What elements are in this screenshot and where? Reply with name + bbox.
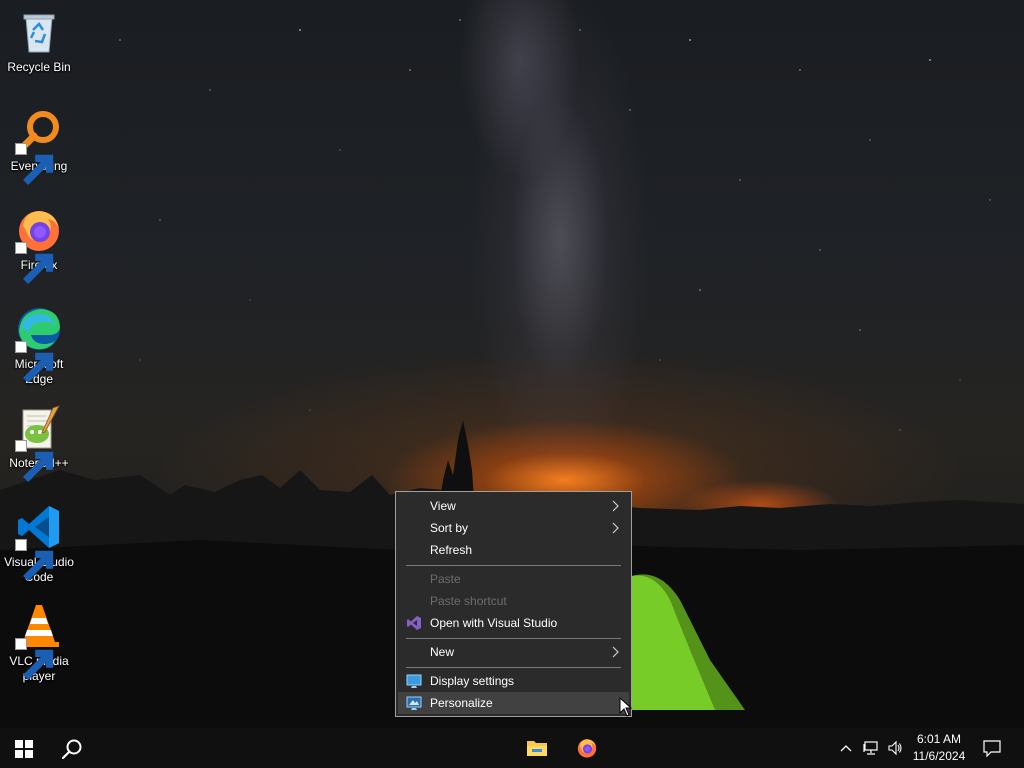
shortcut-arrow-icon bbox=[15, 539, 54, 581]
shortcut-arrow-icon bbox=[15, 143, 54, 185]
volume-button[interactable] bbox=[884, 728, 906, 768]
desktop-icon-edge[interactable]: Microsoft Edge bbox=[0, 305, 78, 387]
menu-item-personalize[interactable]: Personalize bbox=[398, 692, 629, 714]
notification-icon bbox=[983, 740, 1001, 757]
menu-item-label: Paste bbox=[430, 572, 461, 586]
file-explorer-icon bbox=[527, 741, 547, 756]
recycle-bin-icon bbox=[15, 8, 63, 56]
notepad-plus-plus-icon bbox=[15, 404, 63, 482]
chevron-up-icon bbox=[840, 745, 852, 752]
taskbar-clock[interactable]: 6:01 AM 11/6/2024 bbox=[904, 731, 974, 765]
vscode-icon bbox=[15, 503, 63, 581]
mouse-cursor-icon bbox=[619, 697, 633, 717]
network-button[interactable] bbox=[860, 728, 882, 768]
menu-item-sort-by[interactable]: Sort by bbox=[398, 517, 629, 539]
network-icon bbox=[863, 741, 878, 755]
shortcut-arrow-icon bbox=[15, 242, 54, 284]
desktop-icon-recycle-bin[interactable]: Recycle Bin bbox=[0, 8, 78, 75]
display-settings-icon bbox=[406, 674, 422, 688]
desktop[interactable]: Recycle Bin Everything Firefox Microsoft… bbox=[0, 0, 1024, 728]
menu-item-paste[interactable]: Paste bbox=[398, 568, 629, 590]
menu-item-label: Personalize bbox=[430, 696, 493, 710]
taskbar-firefox[interactable] bbox=[565, 728, 609, 768]
desktop-icon-vscode[interactable]: Visual Studio Code bbox=[0, 503, 78, 585]
desktop-icon-firefox[interactable]: Firefox bbox=[0, 206, 78, 284]
shortcut-arrow-icon bbox=[15, 638, 54, 680]
chevron-right-icon bbox=[612, 522, 619, 534]
personalize-icon bbox=[406, 696, 422, 710]
menu-item-label: Refresh bbox=[430, 543, 473, 557]
firefox-icon bbox=[15, 206, 63, 284]
action-center-button[interactable] bbox=[978, 728, 1008, 768]
show-hidden-icons-button[interactable] bbox=[836, 728, 856, 768]
menu-item-label: Display settings bbox=[430, 674, 515, 688]
menu-item-display-settings[interactable]: Display settings bbox=[398, 670, 629, 692]
menu-separator bbox=[406, 565, 621, 566]
menu-item-new[interactable]: New bbox=[398, 641, 629, 663]
taskbar-search-button[interactable] bbox=[50, 728, 94, 768]
clock-date: 11/6/2024 bbox=[912, 749, 966, 763]
search-icon bbox=[61, 739, 82, 760]
desktop-icon-notepad-plus-plus[interactable]: Notepad++ bbox=[0, 404, 78, 482]
menu-item-label: Sort by bbox=[430, 521, 469, 535]
taskbar-file-explorer[interactable] bbox=[515, 728, 559, 768]
desktop-icon-everything[interactable]: Everything bbox=[0, 107, 78, 185]
chevron-right-icon bbox=[612, 500, 619, 512]
edge-icon bbox=[15, 305, 63, 383]
menu-separator bbox=[406, 667, 621, 668]
menu-item-label: View bbox=[430, 499, 456, 513]
everything-search-icon bbox=[15, 107, 63, 185]
start-button[interactable] bbox=[2, 728, 46, 768]
menu-item-refresh[interactable]: Refresh bbox=[398, 539, 629, 561]
desktop-icon-label: Recycle Bin bbox=[7, 60, 71, 74]
menu-item-label: Open with Visual Studio bbox=[430, 616, 558, 630]
desktop-context-menu: View Sort by Refresh Paste Paste shortcu… bbox=[395, 491, 632, 717]
menu-item-view[interactable]: View bbox=[398, 495, 629, 517]
chevron-right-icon bbox=[612, 646, 619, 658]
shortcut-arrow-icon bbox=[15, 341, 54, 383]
firefox-icon bbox=[577, 739, 597, 758]
desktop-icon-vlc[interactable]: VLC media player bbox=[0, 602, 78, 684]
volume-icon bbox=[888, 740, 902, 756]
menu-item-label: New bbox=[430, 645, 455, 659]
taskbar: 6:01 AM 11/6/2024 bbox=[0, 728, 1024, 768]
start-icon bbox=[15, 740, 33, 758]
menu-item-label: Paste shortcut bbox=[430, 594, 507, 608]
menu-item-open-with-visual-studio[interactable]: Open with Visual Studio bbox=[398, 612, 629, 634]
shortcut-arrow-icon bbox=[15, 440, 54, 482]
clock-time: 6:01 AM bbox=[916, 732, 962, 746]
vlc-icon bbox=[15, 602, 63, 680]
menu-item-paste-shortcut[interactable]: Paste shortcut bbox=[398, 590, 629, 612]
menu-separator bbox=[406, 638, 621, 639]
visual-studio-icon bbox=[407, 616, 421, 630]
